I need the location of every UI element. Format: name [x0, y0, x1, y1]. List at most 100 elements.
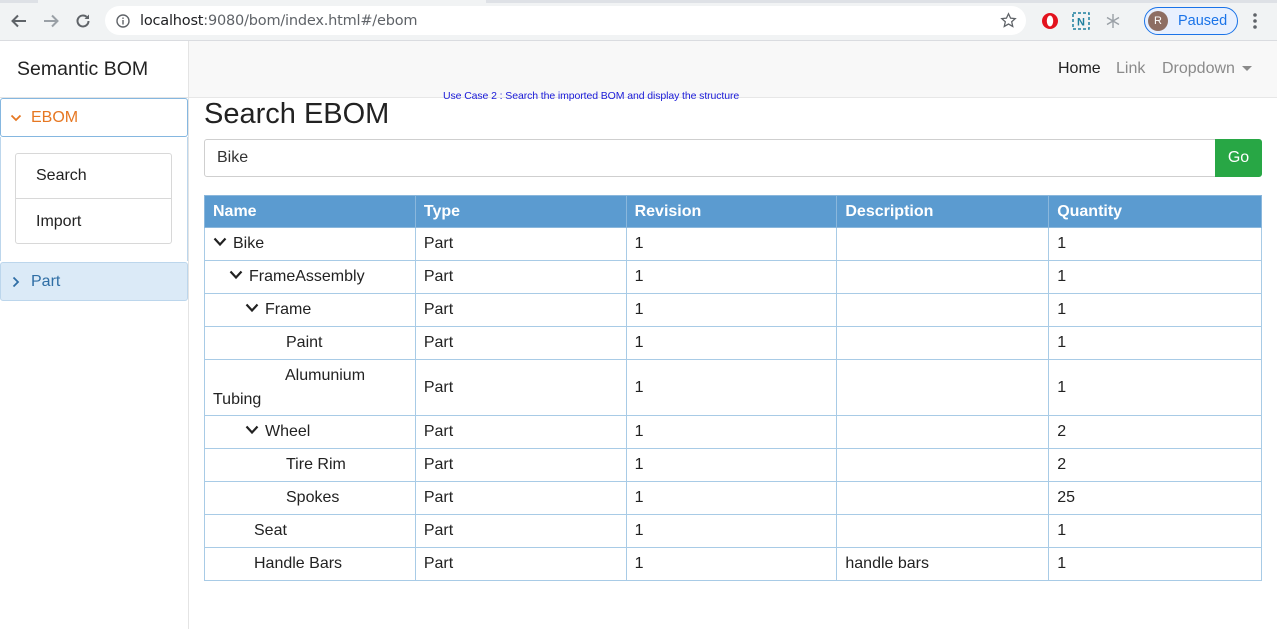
page-title: Search EBOM [204, 98, 390, 130]
revision-cell: 1 [625, 227, 838, 261]
node-name[interactable]: Paint [286, 334, 322, 351]
chevron-down-icon [10, 114, 22, 121]
profile-button[interactable]: R Paused [1144, 7, 1238, 35]
revision-cell: 1 [625, 415, 838, 449]
column-header-revision[interactable]: Revision [625, 195, 838, 228]
description-cell [836, 227, 1050, 261]
info-icon[interactable] [116, 13, 130, 28]
type-cell: Part [414, 514, 627, 548]
n-extension-icon[interactable]: N [1072, 12, 1090, 30]
chevron-right-icon [12, 276, 20, 287]
go-button[interactable]: Go [1215, 139, 1262, 177]
name-cell: Frame [204, 293, 416, 327]
revision-cell: 1 [625, 514, 838, 548]
url-path: :9080/bom/index.html#/ebom [203, 12, 418, 29]
sidebar-item-part[interactable]: Part [0, 262, 188, 301]
name-cell: Handle Bars [204, 547, 416, 581]
table-row: Paint Part 1 1 [204, 326, 1262, 360]
type-cell: Part [414, 293, 627, 327]
description-cell: handle bars [836, 547, 1050, 581]
quantity-cell: 1 [1048, 260, 1262, 294]
revision-cell: 1 [625, 326, 838, 360]
quantity-cell: 2 [1048, 448, 1262, 482]
chevron-down-icon[interactable] [245, 425, 259, 435]
brand-title[interactable]: Semantic BOM [17, 58, 148, 81]
name-cell: Bike [204, 227, 416, 261]
arrow-left-icon [11, 14, 26, 28]
revision-cell: 1 [625, 481, 838, 515]
table-row: Tire Rim Part 1 2 [204, 448, 1262, 482]
menu-item-search[interactable]: Search [16, 154, 171, 199]
node-name[interactable]: FrameAssembly [249, 268, 365, 285]
node-name[interactable]: Tire Rim [286, 456, 346, 473]
type-cell: Part [414, 227, 627, 261]
description-cell [836, 514, 1050, 548]
column-header-name[interactable]: Name [204, 195, 416, 228]
chevron-down-icon[interactable] [229, 270, 243, 280]
revision-cell: 1 [625, 448, 838, 482]
table-row: Handle Bars Part 1 handle bars 1 [204, 547, 1262, 581]
reload-button[interactable] [67, 5, 99, 37]
reload-icon [76, 14, 90, 28]
forward-button[interactable] [35, 5, 67, 37]
sidebar-item-ebom[interactable]: EBOM [0, 98, 188, 137]
caret-down-icon[interactable] [1242, 66, 1252, 71]
node-name[interactable]: Alumunium Tubing [213, 367, 365, 408]
browser-toolbar: localhost:9080/bom/index.html#/ebom N R … [0, 0, 1277, 41]
table-row: Spokes Part 1 25 [204, 481, 1262, 515]
quantity-cell: 1 [1048, 514, 1262, 548]
name-cell: Alumunium Tubing [204, 359, 416, 416]
description-cell [836, 448, 1050, 482]
name-cell: Tire Rim [204, 448, 416, 482]
node-name[interactable]: Seat [254, 522, 287, 539]
opera-extension-icon[interactable] [1041, 12, 1059, 30]
table-row: Bike Part 1 1 [204, 227, 1262, 261]
chevron-down-icon[interactable] [213, 237, 227, 247]
url-text: localhost:9080/bom/index.html#/ebom [140, 12, 418, 29]
active-tab[interactable] [38, 0, 486, 3]
description-cell [836, 415, 1050, 449]
nav-link[interactable]: Link [1116, 60, 1145, 78]
menu-item-import[interactable]: Import [16, 199, 171, 244]
sidebar: Semantic BOM EBOM Search Import Part [0, 41, 189, 629]
node-name[interactable]: Wheel [265, 423, 310, 440]
revision-cell: 1 [625, 359, 838, 416]
profile-status: Paused [1178, 13, 1228, 29]
name-cell: Spokes [204, 481, 416, 515]
type-cell: Part [414, 547, 627, 581]
column-header-type[interactable]: Type [414, 195, 627, 228]
table-row: Frame Part 1 1 [204, 293, 1262, 327]
description-cell [836, 481, 1050, 515]
table-row: Seat Part 1 1 [204, 514, 1262, 548]
search-input[interactable]: Bike [204, 139, 1216, 177]
quantity-cell: 1 [1048, 293, 1262, 327]
quantity-cell: 25 [1048, 481, 1262, 515]
table-row: FrameAssembly Part 1 1 [204, 260, 1262, 294]
nav-home[interactable]: Home [1058, 60, 1101, 78]
chevron-down-icon[interactable] [245, 303, 259, 313]
bom-table: Name Type Revision Description Quantity … [204, 195, 1262, 581]
quantity-cell: 1 [1048, 359, 1262, 416]
type-cell: Part [414, 448, 627, 482]
description-cell [836, 359, 1050, 416]
snowflake-extension-icon[interactable] [1104, 12, 1122, 30]
nav-dropdown[interactable]: Dropdown [1162, 60, 1235, 78]
tab-strip [0, 0, 1277, 3]
column-header-quantity[interactable]: Quantity [1048, 195, 1262, 228]
back-button[interactable] [3, 5, 35, 37]
description-cell [836, 260, 1050, 294]
more-vert-icon[interactable] [1247, 12, 1263, 30]
node-name[interactable]: Bike [233, 235, 264, 252]
search-row: Bike Go [204, 139, 1262, 177]
node-name[interactable]: Handle Bars [254, 555, 342, 572]
ebom-menu: Search Import [15, 153, 172, 244]
name-cell: Seat [204, 514, 416, 548]
star-icon[interactable] [1000, 12, 1017, 29]
description-cell [836, 326, 1050, 360]
column-header-description[interactable]: Description [836, 195, 1050, 228]
node-name[interactable]: Spokes [286, 489, 339, 506]
node-name[interactable]: Frame [265, 301, 311, 318]
sidebar-item-label: EBOM [31, 108, 79, 126]
address-bar[interactable]: localhost:9080/bom/index.html#/ebom [105, 6, 1026, 35]
type-cell: Part [414, 359, 627, 416]
